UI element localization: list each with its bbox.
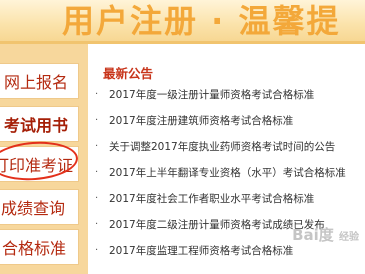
bullet-icon: · bbox=[95, 115, 99, 126]
watermark-subtext: 经验 bbox=[339, 232, 359, 243]
top-banner: 用户注册 · 温馨提 bbox=[0, 0, 365, 44]
bullet-icon: · bbox=[95, 141, 99, 152]
latest-announcements-heading: 最新公告 bbox=[103, 66, 154, 81]
bullet-icon: · bbox=[95, 167, 99, 178]
banner-title: 用户注册 · 温馨提 bbox=[62, 2, 341, 40]
sidebar-item-print-admission-ticket[interactable]: 打印准考证 bbox=[0, 146, 79, 182]
list-item[interactable]: · 关于调整2017年度执业药师资格考试时间的公告 bbox=[90, 138, 365, 164]
announcement-link[interactable]: 2017年度监理工程师资格考试合格标准 bbox=[109, 242, 293, 260]
bullet-icon: · bbox=[95, 89, 99, 100]
sidebar-item-label: 打印准考证 bbox=[0, 156, 74, 175]
baidu-watermark: Bai度 经验 bbox=[292, 224, 359, 245]
list-item[interactable]: · 2017年上半年翻译专业资格（水平）考试合格标准 bbox=[90, 164, 365, 190]
side-navigation: 网上报名 考试用书 打印准考证 成绩查询 合格标准 bbox=[0, 44, 88, 274]
sidebar-item-online-registration[interactable]: 网上报名 bbox=[0, 63, 79, 99]
sidebar-item-label: 成绩查询 bbox=[1, 199, 66, 218]
list-item[interactable]: · 2017年度一级注册计量师资格考试合格标准 bbox=[90, 86, 365, 112]
announcement-link[interactable]: 2017年上半年翻译专业资格（水平）考试合格标准 bbox=[109, 164, 346, 182]
sidebar-item-label: 合格标准 bbox=[2, 239, 67, 258]
sidebar-item-exam-books[interactable]: 考试用书 bbox=[0, 106, 79, 142]
sidebar-item-label: 网上报名 bbox=[4, 73, 69, 92]
announcement-link[interactable]: 2017年度一级注册计量师资格考试合格标准 bbox=[109, 86, 314, 104]
bullet-icon: · bbox=[95, 219, 99, 230]
sidebar-item-score-query[interactable]: 成绩查询 bbox=[0, 189, 79, 225]
announcement-link[interactable]: 2017年度注册建筑师资格考试合格标准 bbox=[109, 112, 293, 130]
announcement-link[interactable]: 2017年度社会工作者职业水平考试合格标准 bbox=[109, 190, 314, 208]
list-item[interactable]: · 2017年度注册建筑师资格考试合格标准 bbox=[90, 112, 365, 138]
sidebar-item-label: 考试用书 bbox=[4, 116, 69, 135]
list-item[interactable]: · 2017年度社会工作者职业水平考试合格标准 bbox=[90, 190, 365, 216]
bullet-icon: · bbox=[95, 193, 99, 204]
announcement-link[interactable]: 关于调整2017年度执业药师资格考试时间的公告 bbox=[109, 138, 335, 156]
sidebar-item-pass-standard[interactable]: 合格标准 bbox=[0, 229, 79, 265]
bullet-icon: · bbox=[95, 245, 99, 256]
watermark-text: Bai度 bbox=[292, 226, 334, 244]
list-item[interactable]: · 2017年度监理工程师资格考试合格标准 bbox=[90, 242, 365, 268]
